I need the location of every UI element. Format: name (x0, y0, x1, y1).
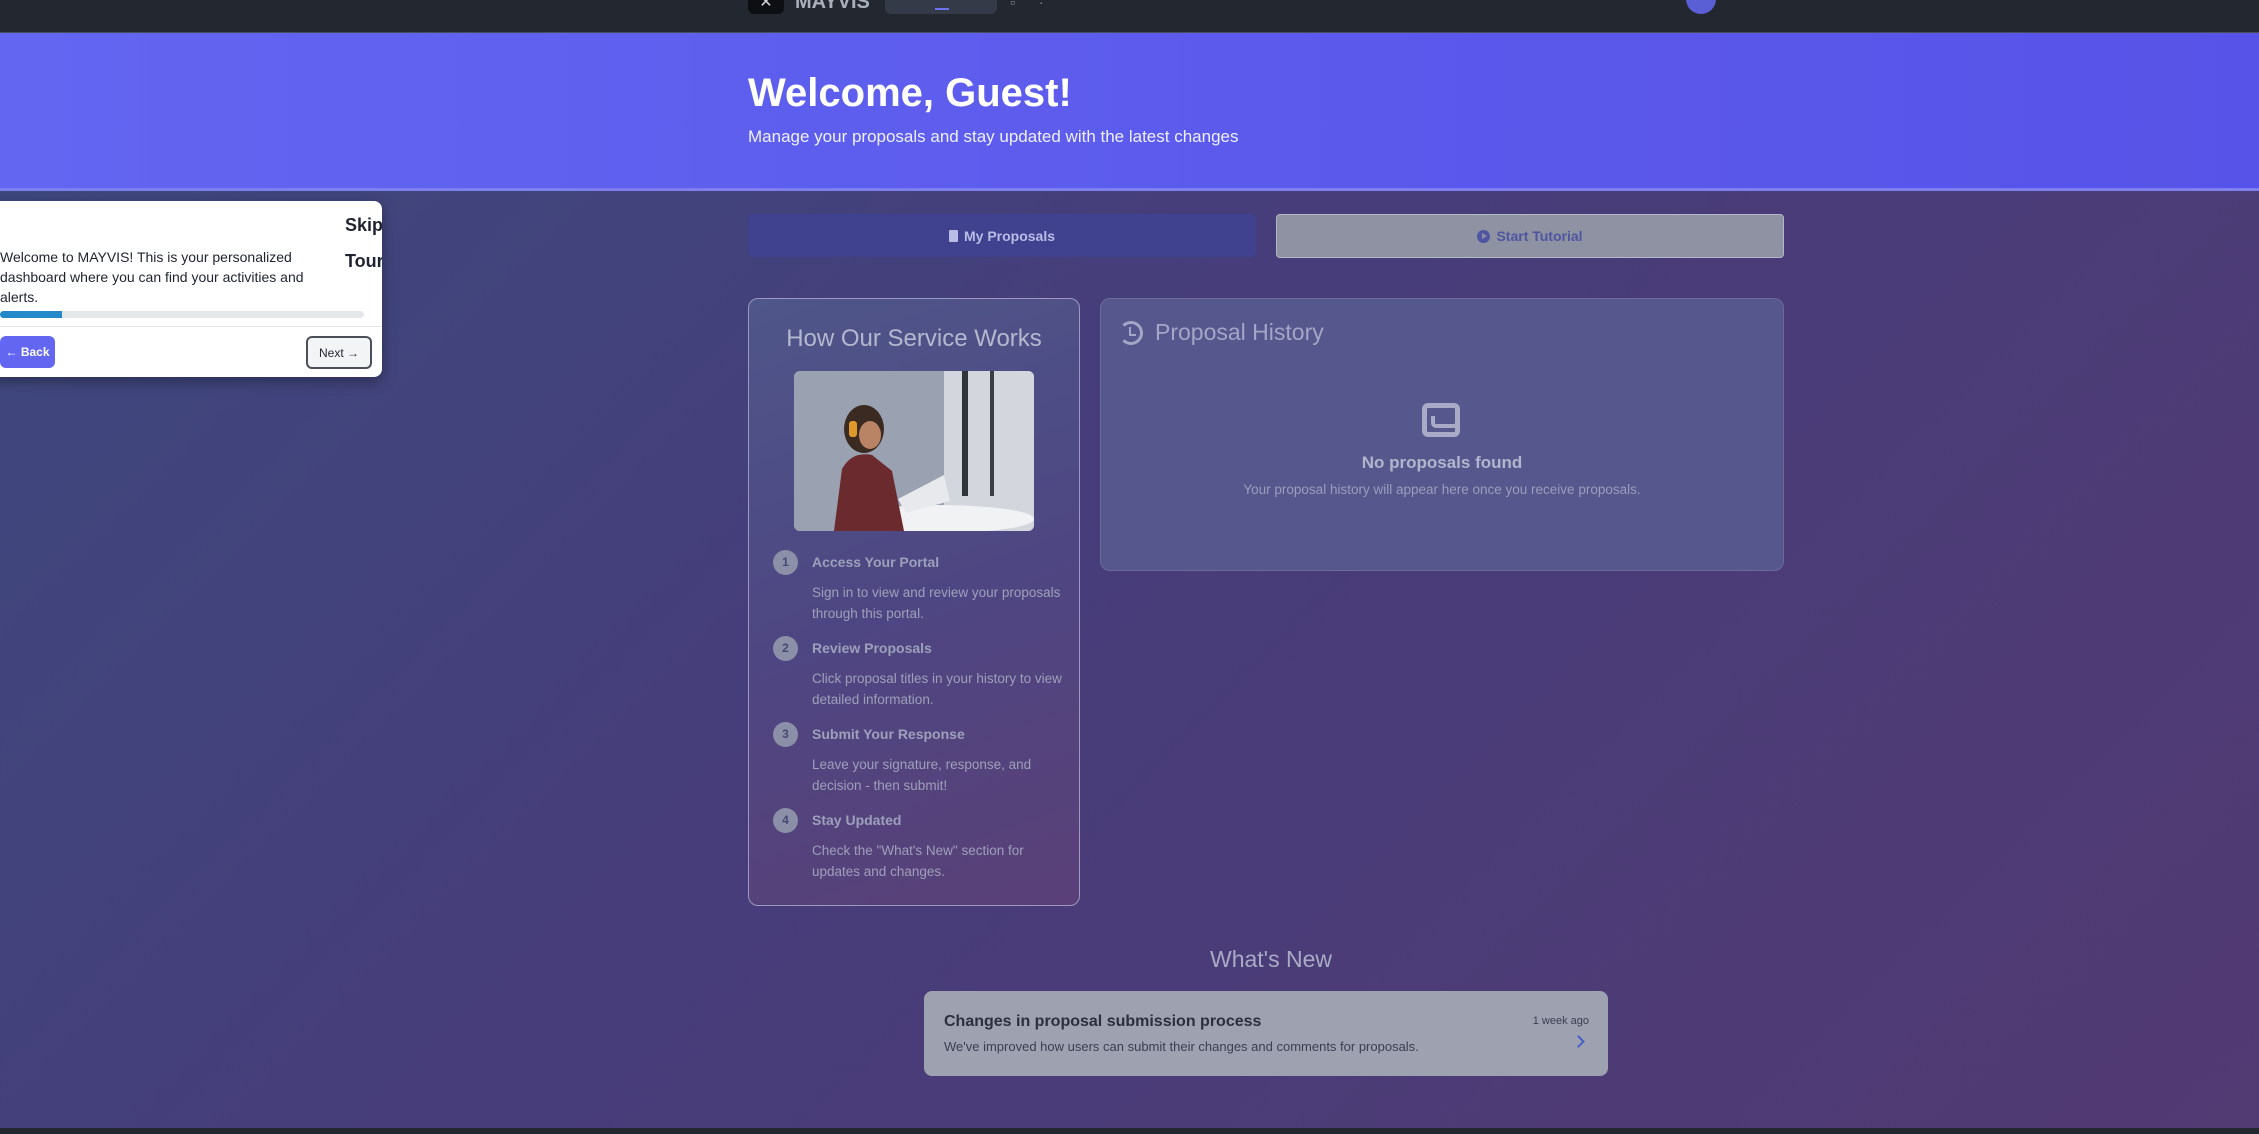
bottom-bar (0, 1128, 2259, 1134)
inbox-icon (1422, 403, 1460, 437)
start-tutorial-label: Start Tutorial (1496, 228, 1583, 244)
news-description: We've improved how users can submit thei… (944, 1039, 1419, 1054)
step-number: 3 (773, 722, 798, 747)
step-description: Leave your signature, response, and deci… (812, 757, 1032, 793)
page-title: Welcome, Guest! (748, 71, 1072, 115)
welcome-hero: Welcome, Guest! Manage your proposals an… (0, 33, 2259, 191)
news-title: Changes in proposal submission process (944, 1013, 1262, 1030)
nav-active-tab[interactable] (885, 0, 997, 14)
step-description: Check the "What's New" section for updat… (812, 843, 1024, 879)
tour-popover: Skip Tour Welcome to MAYVIS! This is you… (0, 201, 382, 377)
step-number: 4 (773, 808, 798, 833)
history-icon (1119, 321, 1143, 345)
page-subtitle: Manage your proposals and stay updated w… (748, 127, 1239, 146)
step-item: 2 Review Proposals Click proposal titles… (773, 636, 1063, 722)
step-title: Stay Updated (812, 812, 902, 828)
whats-new-title: What's New (1210, 946, 1332, 972)
step-item: 4 Stay Updated Check the "What's New" se… (773, 808, 1063, 894)
tour-divider (0, 326, 382, 327)
start-tutorial-button[interactable]: Start Tutorial (1276, 214, 1784, 258)
person-with-laptop-image (794, 371, 1034, 531)
how-service-works-card: How Our Service Works 1 Access Your Port… (748, 298, 1080, 906)
news-timestamp: 1 week ago (1532, 1015, 1589, 1027)
skip-tour-button[interactable]: Skip Tour (345, 207, 382, 279)
step-title: Review Proposals (812, 640, 932, 656)
tour-progress-bar (0, 311, 364, 318)
chevron-right-icon[interactable] (1572, 1035, 1585, 1048)
my-proposals-button[interactable]: My Proposals (748, 214, 1256, 257)
user-avatar[interactable] (1686, 0, 1716, 14)
steps-list: 1 Access Your Portal Sign in to view and… (773, 550, 1063, 894)
step-title: Access Your Portal (812, 554, 940, 570)
step-number: 2 (773, 636, 798, 661)
how-service-works-title: How Our Service Works (786, 325, 1042, 352)
step-title: Submit Your Response (812, 726, 965, 742)
tour-message: Welcome to MAYVIS! This is your personal… (0, 249, 304, 305)
step-description: Sign in to view and review your proposal… (812, 585, 1061, 621)
my-proposals-label: My Proposals (963, 227, 1056, 244)
document-icon (948, 229, 958, 242)
empty-state-description: Your proposal history will appear here o… (1243, 482, 1641, 497)
step-item: 3 Submit Your Response Leave your signat… (773, 722, 1063, 808)
x-logo-icon[interactable]: ✕ (748, 0, 784, 14)
nav-icons[interactable]: ▫ · (1010, 0, 1054, 10)
step-number: 1 (773, 550, 798, 575)
brand-name[interactable]: MAYVIS (795, 0, 870, 14)
tour-progress-fill (0, 311, 62, 318)
play-icon (1477, 229, 1491, 243)
tour-back-button[interactable]: ← Back (0, 336, 55, 368)
top-navbar: ✕ MAYVIS ▫ · (0, 0, 2259, 33)
news-item[interactable]: Changes in proposal submission process W… (924, 991, 1608, 1076)
empty-state-title: No proposals found (1361, 453, 1523, 472)
step-description: Click proposal titles in your history to… (812, 671, 1062, 707)
proposal-history-title: Proposal History (1155, 319, 1324, 345)
tour-next-button[interactable]: Next → (306, 336, 372, 369)
step-item: 1 Access Your Portal Sign in to view and… (773, 550, 1063, 636)
proposal-history-card: Proposal History No proposals found Your… (1100, 298, 1784, 571)
